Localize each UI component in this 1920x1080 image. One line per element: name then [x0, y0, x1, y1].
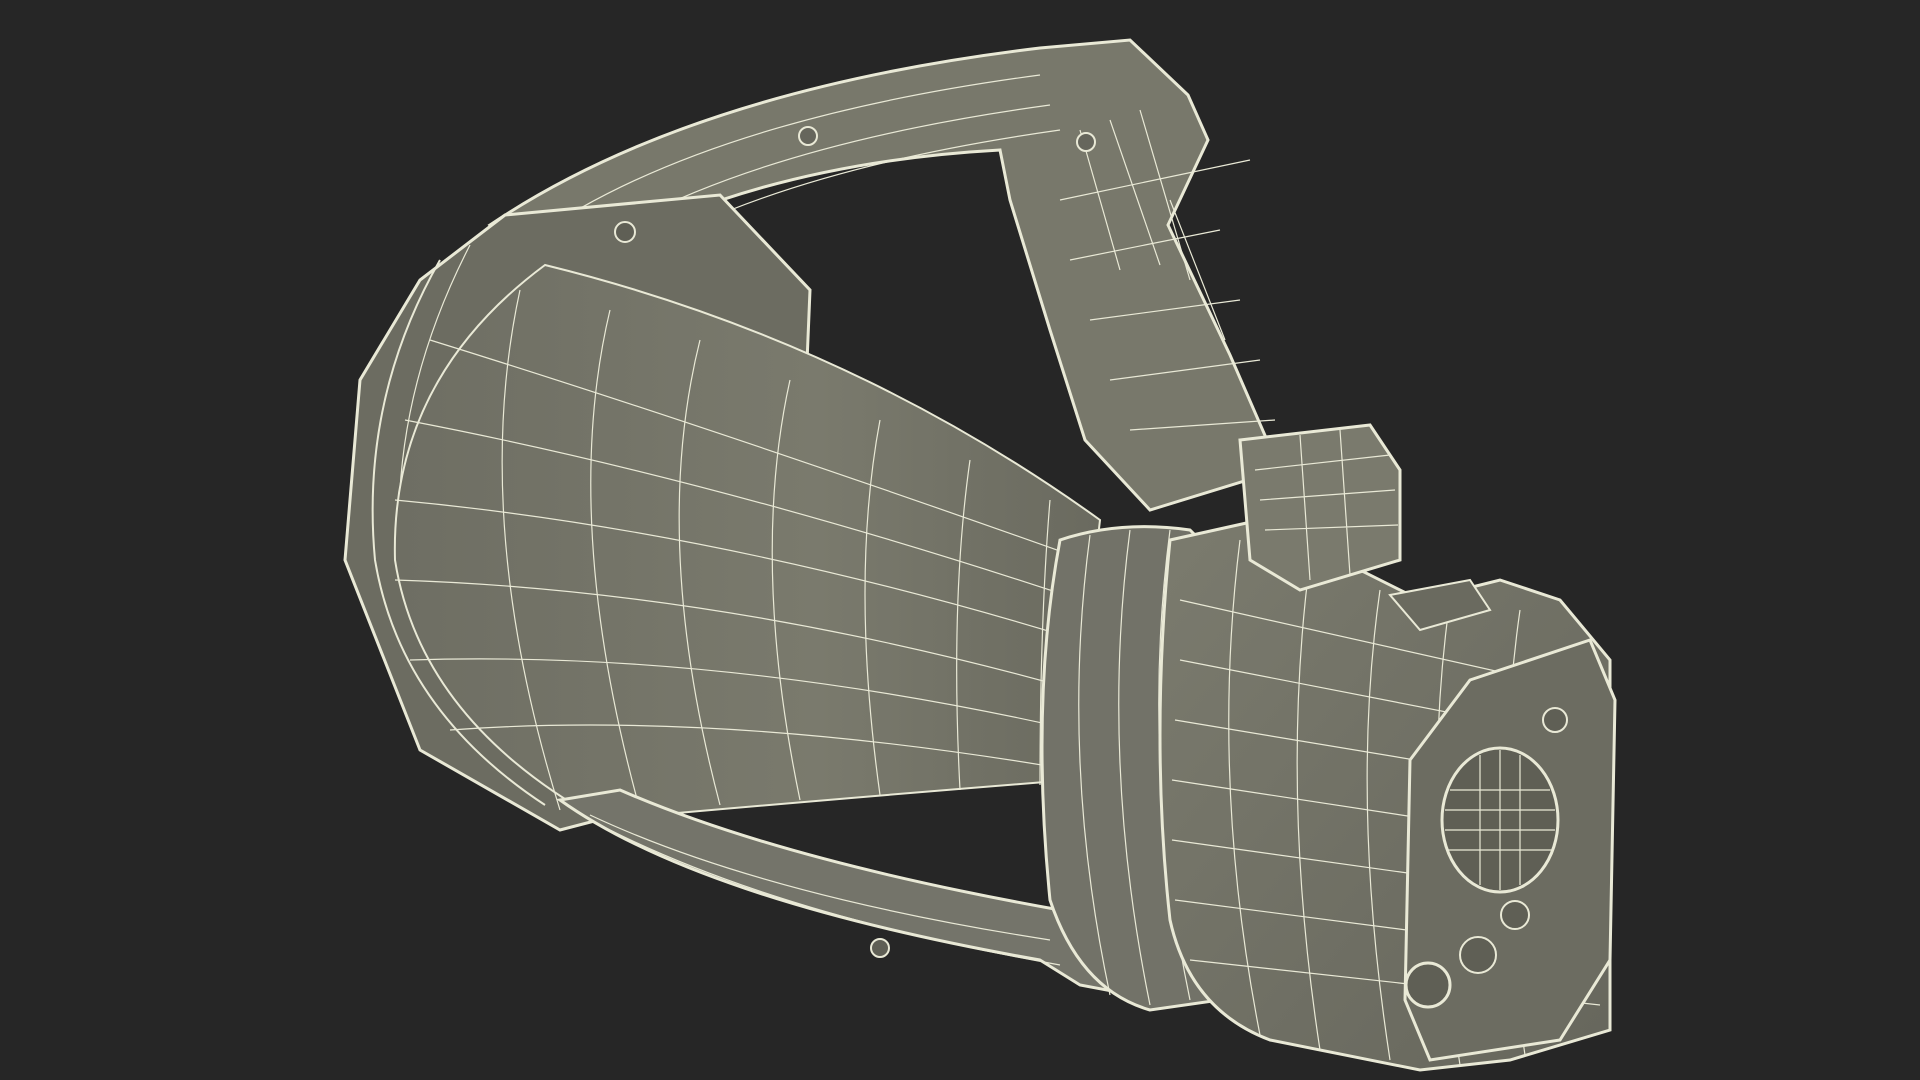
screw-icon	[1542, 707, 1568, 733]
render-viewport	[0, 0, 1920, 1080]
horn-cone	[393, 263, 1102, 822]
control-button-icon	[1500, 900, 1530, 930]
control-button-icon	[1459, 936, 1497, 974]
control-knob-icon	[1404, 961, 1452, 1009]
megaphone-render	[343, 38, 1617, 1072]
